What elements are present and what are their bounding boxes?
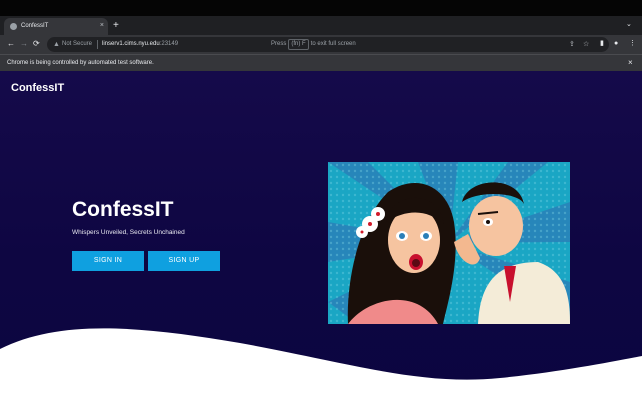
automation-notice: Chrome is being controlled by automated … <box>7 60 154 66</box>
favicon-icon <box>10 23 17 30</box>
white-wave-divider <box>0 328 642 418</box>
security-label[interactable]: Not Secure <box>62 39 92 50</box>
fullscreen-prefix: Press <box>271 41 287 47</box>
menu-kebab-icon[interactable]: ⋮ <box>629 38 636 50</box>
reload-icon[interactable]: ⟳ <box>33 38 40 50</box>
forward-icon[interactable]: → <box>20 38 28 50</box>
url-port: :23149 <box>159 41 179 47</box>
page-viewport: ConfessIT ConfessIT Whispers Unveiled, S… <box>0 71 642 418</box>
profile-icon[interactable]: ● <box>614 38 618 50</box>
back-icon[interactable]: ← <box>7 38 15 50</box>
bookmark-star-icon[interactable]: ☆ <box>583 39 589 50</box>
share-icon[interactable]: ⇪ <box>569 39 575 50</box>
tab-close-icon[interactable]: × <box>100 21 104 31</box>
fullscreen-hint: Press (fn) Fto exit full screen <box>271 39 356 50</box>
new-tab-icon[interactable]: + <box>113 19 119 32</box>
infobar-close-icon[interactable]: × <box>628 57 633 68</box>
tab-title: ConfessIT <box>21 23 49 29</box>
url-host: linserv1.cims.nyu.edu <box>102 41 160 47</box>
fullscreen-key: (fn) F <box>288 39 309 50</box>
tab-confessit[interactable]: ConfessIT × <box>4 18 108 35</box>
url-text[interactable]: linserv1.cims.nyu.edu:23149 <box>102 39 178 50</box>
window-top-bar <box>0 0 642 16</box>
side-panel-icon[interactable]: ▮ <box>600 38 604 50</box>
tab-strip: ConfessIT × + ⌄ <box>0 16 642 35</box>
browser-toolbar: ← → ⟳ ▲ Not Secure linserv1.cims.nyu.edu… <box>0 35 642 54</box>
automation-infobar: Chrome is being controlled by automated … <box>0 54 642 71</box>
fullscreen-suffix: to exit full screen <box>310 41 356 47</box>
warning-icon: ▲ <box>53 41 60 48</box>
tab-search-icon[interactable]: ⌄ <box>626 19 632 31</box>
address-divider <box>97 40 98 49</box>
address-bar[interactable]: ▲ Not Secure linserv1.cims.nyu.edu:23149… <box>47 37 609 52</box>
